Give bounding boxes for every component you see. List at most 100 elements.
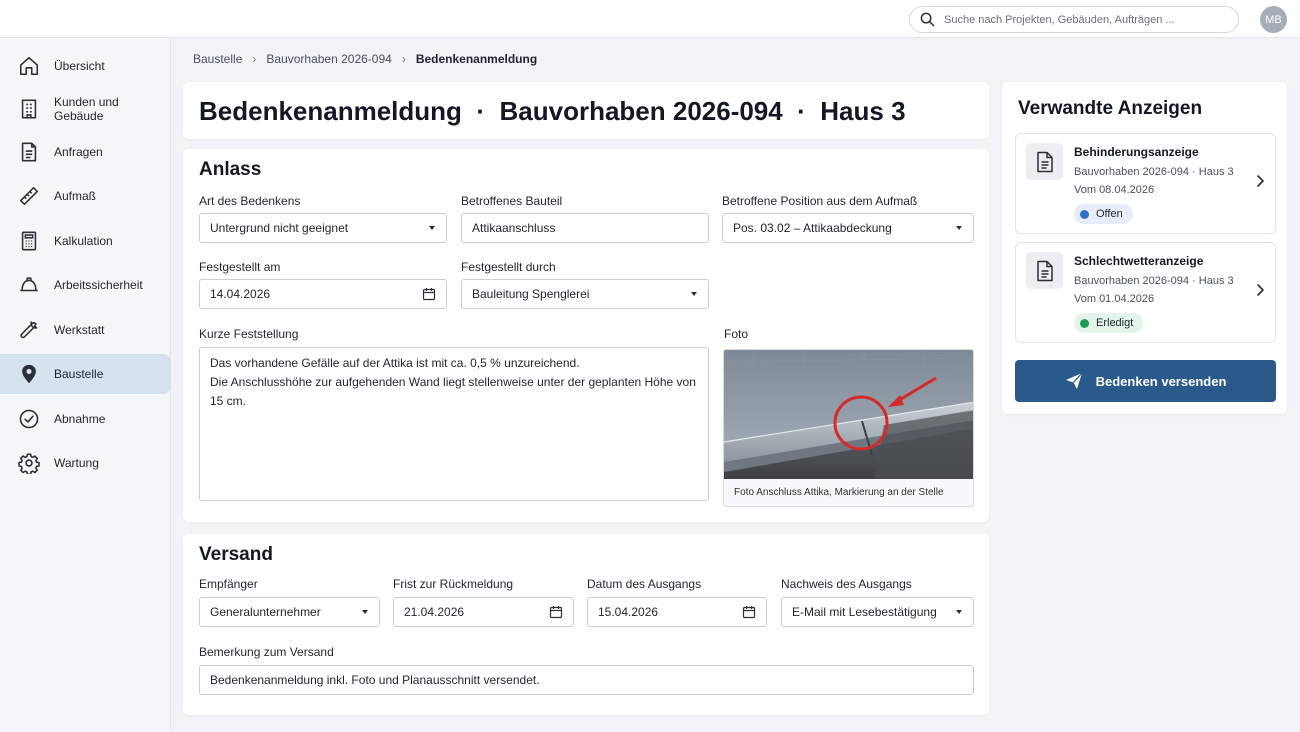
versand-title: Versand [199,544,273,565]
title-card: Bedenkenanmeldung · Bauvorhaben 2026-094… [183,82,989,139]
art-select[interactable]: Untergrund nicht geeignet [199,213,447,243]
sidebar-item-wartung[interactable]: Wartung [0,443,171,483]
sidebar-item-abnahme[interactable]: Abnahme [0,399,171,439]
document-icon [21,142,37,162]
home-icon [19,56,39,76]
sidebar-item-uebersicht[interactable]: Übersicht [0,46,171,86]
related-item-date: Vom 01.04.2026 [1074,293,1155,305]
caret-down-icon [362,610,368,614]
check-circle-icon [19,409,39,429]
foto-caption: Foto Anschluss Attika, Markierung an der… [734,487,944,498]
caret-down-icon [956,610,962,614]
paper-plane-icon [1065,372,1083,389]
durch-value: Bauleitung Spenglerei [472,287,590,301]
bauteil-value: Attikaanschluss [472,221,556,235]
anlass-card: Anlass Art des Bedenkens Untergrund nich… [183,149,989,522]
sidebar-item-label: Aufmaß [54,189,97,203]
bemerkung-value: Bedenkenanmeldung inkl. Foto und Planaus… [210,673,540,687]
sidebar-item-aufmass[interactable]: Aufmaß [0,176,171,216]
bauteil-label: Betroffenes Bauteil [461,194,563,208]
wrench-icon [20,321,38,339]
foto-label: Foto [724,327,749,341]
caret-down-icon [956,226,962,230]
chevron-right-icon [1257,175,1264,187]
page-title: Bedenkenanmeldung · Bauvorhaben 2026-094… [199,96,906,126]
bauteil-input[interactable]: Attikaanschluss [461,213,709,243]
search-input[interactable] [944,13,1234,26]
caret-down-icon [691,292,697,296]
empfaenger-label: Empfänger [199,577,258,591]
versand-card: Versand Empfänger Generalunternehmer Fri… [183,534,989,715]
avatar[interactable]: MB [1260,6,1287,33]
nachweis-value: E-Mail mit Lesebestätigung [792,605,937,619]
hardhat-icon [20,277,38,292]
art-value: Untergrund nicht geeignet [210,221,349,235]
anlass-title: Anlass [199,159,262,180]
durch-select[interactable]: Bauleitung Spenglerei [461,279,709,309]
durch-label: Festgestellt durch [461,260,556,274]
datum-input[interactable]: 14.04.2026 [199,279,447,309]
breadcrumb-item-project[interactable]: Bauvorhaben 2026-094 [266,52,391,66]
status-label: Offen [1096,208,1123,220]
status-dot [1080,318,1089,328]
related-item-project: Bauvorhaben 2026-094 · Haus 3 [1074,275,1234,287]
ausgang-value: 15.04.2026 [598,605,659,619]
sidebar-item-baustelle[interactable]: Baustelle [0,354,171,394]
ruler-icon [19,186,39,206]
breadcrumb: Baustelle › Bauvorhaben 2026-094 › Beden… [193,52,537,66]
sidebar-item-arbeitssicherheit[interactable]: Arbeitssicherheit [0,265,171,305]
calendar-icon[interactable] [422,287,436,301]
foto-box[interactable]: Foto Anschluss Attika, Markierung an der… [723,349,974,507]
building-icon [21,99,37,119]
feststellung-label: Kurze Feststellung [199,327,299,341]
frist-input[interactable]: 21.04.2026 [393,597,574,627]
calendar-icon[interactable] [742,605,756,619]
top-bar: MB [0,0,1300,38]
calendar-icon[interactable] [549,605,563,619]
chevron-right-icon: › [401,52,406,66]
sidebar-item-werkstatt[interactable]: Werkstatt [0,310,171,350]
sidebar-item-kalkulation[interactable]: Kalkulation [0,221,171,261]
caret-down-icon [429,226,435,230]
related-item-schlechtwetteranzeige[interactable]: Schlechtwetteranzeige Bauvorhaben 2026-0… [1015,242,1276,343]
attika-photo[interactable] [724,350,974,479]
breadcrumb-item-baustelle[interactable]: Baustelle [193,52,242,66]
feststellung-line-2: Die Anschlusshöhe zur aufgehenden Wand l… [210,375,696,408]
feststellung-textarea[interactable]: Das vorhandene Gefälle auf der Attika is… [199,347,709,501]
datum-label: Festgestellt am [199,260,281,274]
send-bedenken-button[interactable]: Bedenken versenden [1015,360,1276,402]
feststellung-line-1: Das vorhandene Gefälle auf der Attika is… [210,356,580,370]
sidebar-item-label: Baustelle [54,367,104,381]
empfaenger-select[interactable]: Generalunternehmer [199,597,380,627]
sidebar: Übersicht Kunden und Gebäude Anfragen Au… [0,38,171,732]
position-select[interactable]: Pos. 03.02 – Attikaabdeckung [722,213,974,243]
bemerkung-input[interactable]: Bedenkenanmeldung inkl. Foto und Planaus… [199,665,974,695]
sidebar-item-kunden[interactable]: Kunden und Gebäude [0,89,171,129]
sidebar-item-anfragen[interactable]: Anfragen [0,132,171,172]
search-box[interactable] [909,6,1239,33]
ausgang-input[interactable]: 15.04.2026 [587,597,767,627]
related-item-date: Vom 08.04.2026 [1074,184,1155,196]
related-item-behinderungsanzeige[interactable]: Behinderungsanzeige Bauvorhaben 2026-094… [1015,133,1276,234]
related-title: Verwandte Anzeigen [1018,98,1203,119]
related-item-project: Bauvorhaben 2026-094 · Haus 3 [1074,166,1234,178]
sidebar-item-label: Abnahme [54,412,106,426]
send-bedenken-label: Bedenken versenden [1095,373,1227,389]
status-label: Erledigt [1096,317,1134,329]
nachweis-select[interactable]: E-Mail mit Lesebestätigung [781,597,974,627]
document-icon [1026,143,1063,180]
sidebar-item-label: Anfragen [54,145,103,159]
document-icon [1026,252,1063,289]
sidebar-item-label: Wartung [54,456,99,470]
status-badge: Offen [1074,204,1133,224]
related-item-name: Behinderungsanzeige [1074,145,1199,159]
gear-icon [18,453,40,474]
nachweis-label: Nachweis des Ausgangs [781,577,912,591]
search-icon [920,12,935,27]
chevron-right-icon: › [252,52,257,66]
sidebar-item-label: Kalkulation [54,234,113,248]
related-panel: Verwandte Anzeigen Behinderungsanzeige B… [1002,82,1287,414]
art-label: Art des Bedenkens [199,194,301,208]
sidebar-item-label: Kunden und Gebäude [54,95,119,123]
chevron-right-icon [1257,284,1264,296]
